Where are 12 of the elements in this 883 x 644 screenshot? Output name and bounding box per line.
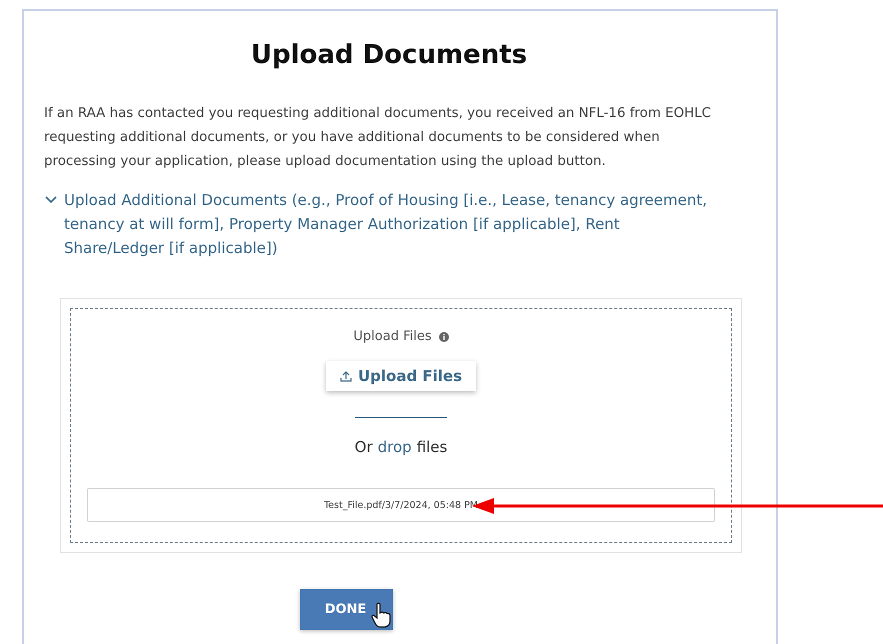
upload-button[interactable]: Upload Files <box>326 361 476 391</box>
upload-label: Upload Files <box>353 329 432 344</box>
done-button[interactable]: DONE <box>300 589 393 630</box>
drop-link[interactable]: drop <box>378 438 412 456</box>
drop-text: files <box>416 438 448 456</box>
hand-cursor-icon <box>371 602 391 628</box>
accordion-header[interactable]: Upload Additional Documents (e.g., Proof of Housing [i.e., Lease, tenancy agreement, tenancy at will form], Property Manager Authorization [if applicable], Rent Share/Ledger [if applicable]) <box>64 188 714 260</box>
info-icon[interactable] <box>438 332 449 342</box>
instructions-text: If an RAA has contacted you requesting additional documents, you received an NFL-16 from EOHLC requesting additional documents, or you have additional documents to be considered when processing your application, please upload documentation using the upload button. <box>44 105 712 171</box>
drop-text: Or <box>354 438 373 456</box>
page-title: Upload Documents <box>250 40 528 70</box>
upload-icon <box>340 370 352 382</box>
